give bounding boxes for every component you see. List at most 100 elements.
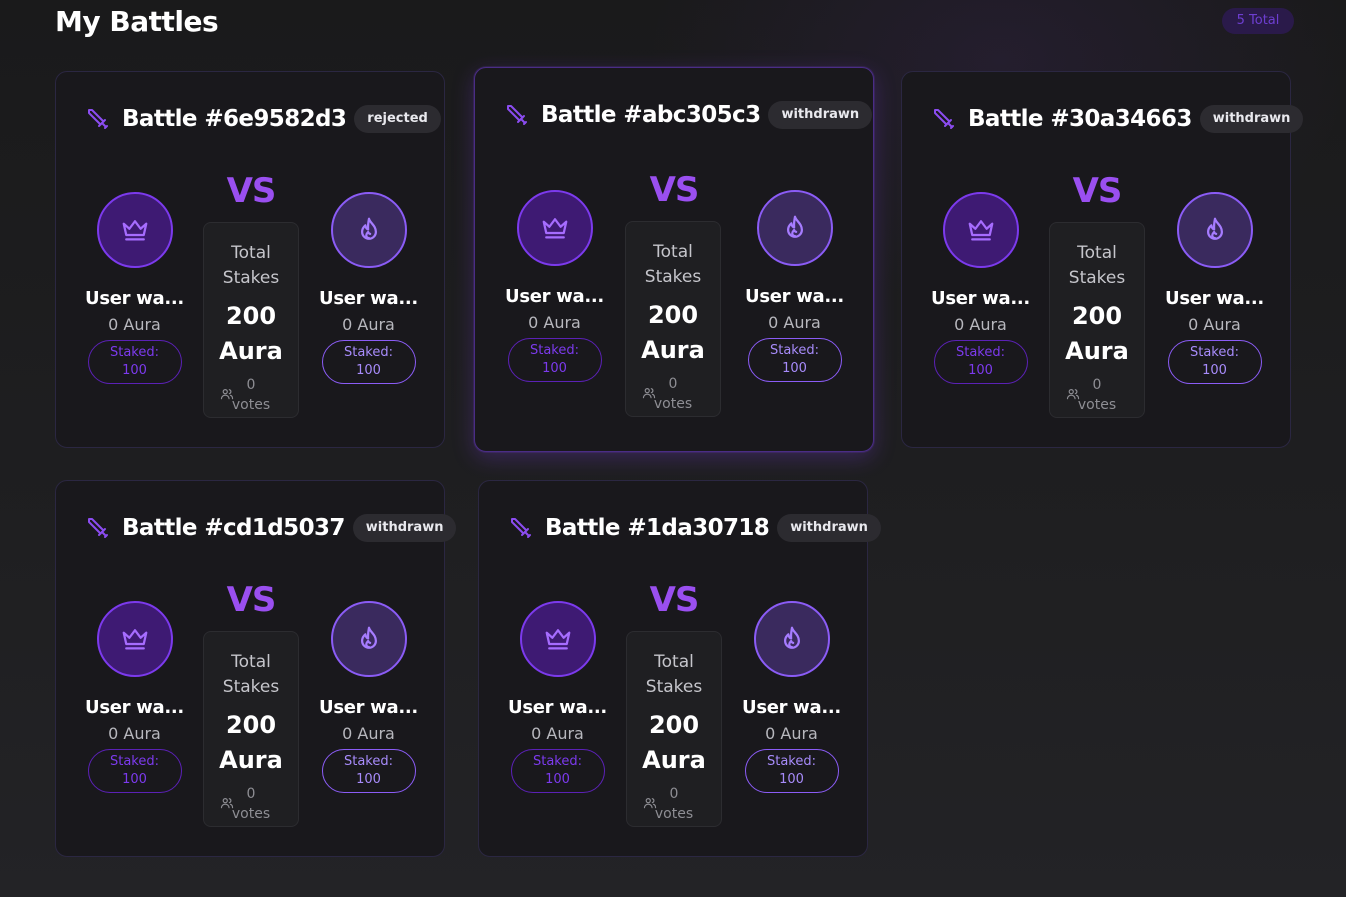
right-player-avatar[interactable]: [330, 192, 407, 268]
total-stakes-box: Total Stakes 200 Aura 0 votes: [1049, 222, 1145, 418]
vs-label: VS: [649, 170, 700, 210]
staked-value: 100: [968, 363, 993, 378]
total-amount-value: 200: [647, 301, 699, 329]
staked-pill: Staked: 100: [747, 338, 842, 382]
status-badge: withdrawn: [768, 101, 873, 129]
staked-label: Staked:: [529, 343, 579, 358]
staked-pill: Staked: 100: [1167, 340, 1262, 384]
total-label-line-1: Total: [1077, 243, 1117, 263]
player-name[interactable]: User wa...: [500, 697, 615, 718]
player-name[interactable]: User wa...: [77, 697, 192, 718]
votes-label: votes: [653, 396, 693, 412]
total-amount-value: 200: [1071, 302, 1123, 330]
right-player-avatar[interactable]: [330, 601, 407, 677]
votes-count: 0: [668, 376, 678, 392]
right-player: User wa... 0 Aura Staked: 100: [1157, 192, 1272, 384]
votes-label: votes: [231, 397, 271, 413]
votes-info: 0 votes: [627, 784, 721, 824]
crown-icon: [120, 624, 150, 654]
staked-value: 100: [356, 363, 381, 378]
total-count-badge: 5 Total: [1222, 8, 1294, 34]
vs-label: VS: [226, 171, 277, 211]
player-name[interactable]: User wa...: [737, 286, 852, 307]
right-player-avatar[interactable]: [753, 601, 830, 677]
staked-value: 100: [122, 363, 147, 378]
player-aura: 0 Aura: [528, 313, 581, 332]
total-stakes-box: Total Stakes 200 Aura 0 votes: [203, 222, 299, 418]
battle-title[interactable]: Battle #cd1d5037: [122, 515, 345, 541]
battle-card[interactable]: Battle #1da30718 withdrawn User wa... 0 …: [478, 480, 881, 857]
votes-count: 0: [1092, 377, 1102, 393]
battle-card[interactable]: Battle #6e9582d3 rejected User wa... 0 A…: [55, 71, 445, 448]
player-name[interactable]: User wa...: [1157, 288, 1272, 309]
total-stakes-label: Total Stakes: [627, 650, 721, 700]
right-player-avatar[interactable]: [1176, 192, 1253, 268]
battle-title[interactable]: Battle #30a34663: [968, 106, 1192, 132]
total-amount-unit: Aura: [642, 746, 706, 774]
flame-icon: [354, 624, 384, 654]
player-name[interactable]: User wa...: [497, 286, 612, 307]
battle-header: Battle #1da30718 withdrawn: [509, 514, 881, 542]
staked-pill: Staked: 100: [87, 340, 182, 384]
staked-value: 100: [1202, 363, 1227, 378]
battle-title[interactable]: Battle #abc305c3: [541, 102, 761, 128]
player-name[interactable]: User wa...: [923, 288, 1038, 309]
crown-icon: [120, 215, 150, 245]
staked-pill: Staked: 100: [744, 749, 839, 793]
total-stakes-box: Total Stakes 200 Aura 0 votes: [203, 631, 299, 827]
battle-title[interactable]: Battle #1da30718: [545, 515, 770, 541]
staked-value: 100: [122, 772, 147, 787]
total-amount-value: 200: [648, 711, 700, 739]
votes-label: votes: [1077, 397, 1117, 413]
battle-title[interactable]: Battle #6e9582d3: [122, 106, 347, 132]
player-aura: 0 Aura: [108, 724, 161, 743]
votes-info: 0 votes: [1050, 375, 1144, 415]
battle-card[interactable]: Battle #30a34663 withdrawn User wa... 0 …: [901, 71, 1304, 448]
votes-label: votes: [231, 806, 271, 822]
sword-icon: [509, 516, 533, 540]
total-label-line-2: Stakes: [1068, 268, 1126, 288]
votes-info: 0 votes: [626, 374, 720, 414]
total-stakes-label: Total Stakes: [626, 240, 720, 290]
left-player-avatar[interactable]: [516, 190, 593, 266]
battle-header: Battle #6e9582d3 rejected: [86, 105, 441, 133]
total-stakes-amount: 200 Aura: [627, 708, 721, 778]
total-amount-unit: Aura: [1065, 337, 1129, 365]
sword-icon: [505, 103, 529, 127]
left-player: User wa... 0 Aura Staked: 100: [77, 601, 192, 793]
total-label-line-1: Total: [653, 242, 693, 262]
votes-info: 0 votes: [204, 784, 298, 824]
player-name[interactable]: User wa...: [734, 697, 849, 718]
staked-value: 100: [782, 361, 807, 376]
battle-card[interactable]: Battle #abc305c3 withdrawn User wa... 0 …: [474, 67, 874, 452]
right-player-avatar[interactable]: [756, 190, 833, 266]
total-stakes-box: Total Stakes 200 Aura 0 votes: [626, 631, 722, 827]
left-player: User wa... 0 Aura Staked: 100: [923, 192, 1038, 384]
player-name[interactable]: User wa...: [77, 288, 192, 309]
staked-value: 100: [779, 772, 804, 787]
total-stakes-amount: 200 Aura: [626, 298, 720, 368]
total-label-line-1: Total: [654, 652, 694, 672]
sword-icon: [86, 516, 110, 540]
flame-icon: [1200, 215, 1230, 245]
staked-label: Staked:: [343, 345, 393, 360]
total-stakes-amount: 200 Aura: [204, 708, 298, 778]
staked-value: 100: [356, 772, 381, 787]
player-name[interactable]: User wa...: [311, 697, 426, 718]
crown-icon: [543, 624, 573, 654]
votes-count: 0: [246, 377, 256, 393]
total-label-line-1: Total: [231, 243, 271, 263]
total-label-line-1: Total: [231, 652, 271, 672]
total-stakes-amount: 200 Aura: [1050, 299, 1144, 369]
player-name[interactable]: User wa...: [311, 288, 426, 309]
battle-card[interactable]: Battle #cd1d5037 withdrawn User wa... 0 …: [55, 480, 457, 857]
votes-count: 0: [246, 786, 256, 802]
total-label-line-2: Stakes: [645, 677, 703, 697]
left-player-avatar[interactable]: [96, 601, 173, 677]
crown-icon: [540, 213, 570, 243]
left-player-avatar[interactable]: [519, 601, 596, 677]
left-player-avatar[interactable]: [96, 192, 173, 268]
flame-icon: [354, 215, 384, 245]
left-player-avatar[interactable]: [942, 192, 1019, 268]
flame-icon: [777, 624, 807, 654]
